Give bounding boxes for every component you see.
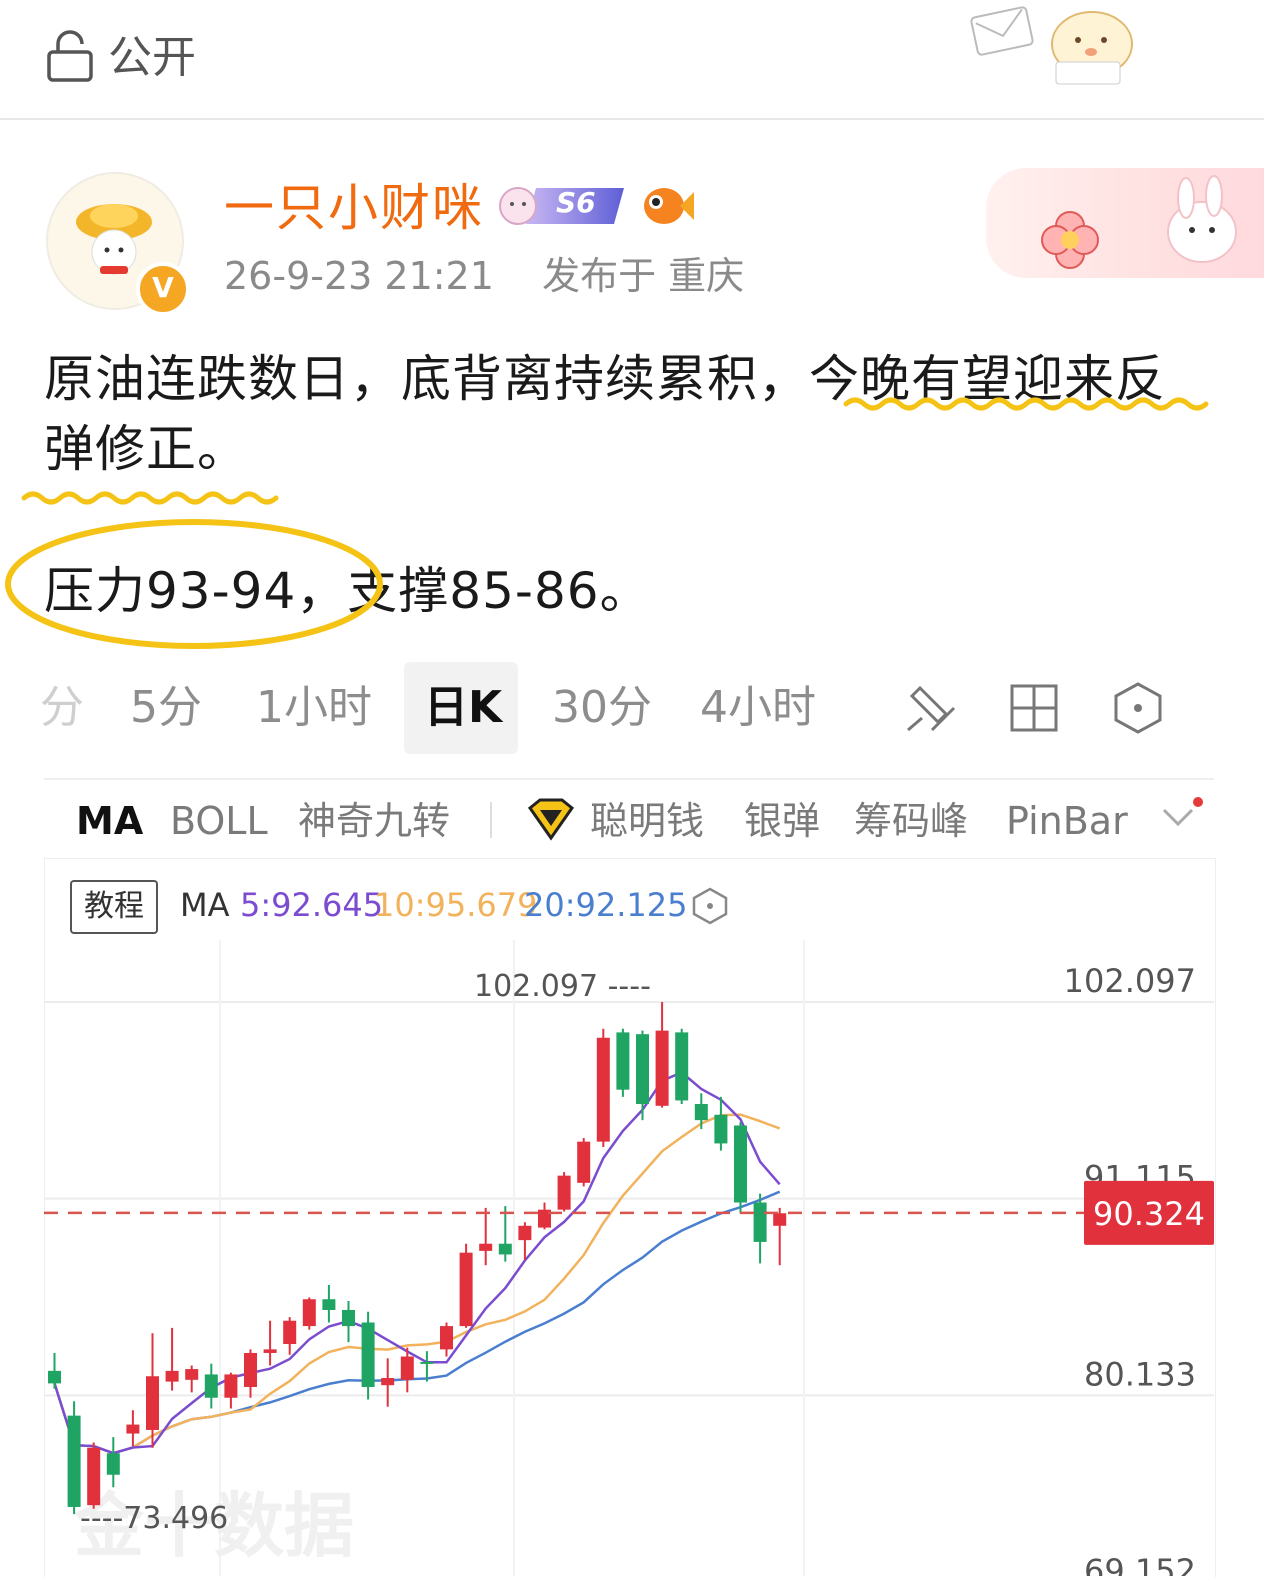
candle-body	[87, 1447, 101, 1506]
candle-body	[773, 1213, 787, 1226]
low-label: ----73.496	[80, 1501, 228, 1536]
candle-body	[67, 1415, 81, 1507]
tab-4h[interactable]: 4小时	[700, 678, 816, 738]
yellow-annotation	[5, 397, 1209, 649]
y-axis-labels: 102.09791.11580.13369.152	[1064, 962, 1196, 1576]
visibility-label[interactable]: 公开	[108, 30, 196, 86]
fish-icon	[644, 188, 694, 224]
indicator-nine-turn[interactable]: 神奇九转	[298, 796, 450, 846]
candle-body	[165, 1370, 179, 1382]
candle-body	[440, 1326, 453, 1350]
candle-body	[459, 1252, 473, 1327]
candle-body	[479, 1243, 493, 1251]
level-badge-text: S6	[556, 186, 596, 219]
ma-legend-label: MA	[180, 886, 230, 924]
tab-1m[interactable]: 分	[40, 678, 84, 738]
last-price-value: 90.324	[1093, 1195, 1205, 1233]
settings-hex-small-icon[interactable]	[690, 886, 730, 926]
settings-hex-icon[interactable]	[1110, 680, 1166, 736]
indicator-smart-money[interactable]: 聪明钱	[590, 796, 704, 846]
ma20-value: 20:92.125	[524, 886, 688, 924]
candle-body	[577, 1141, 591, 1183]
candle-body	[283, 1320, 297, 1345]
decoration-sticker-icon	[970, 6, 1133, 85]
ma10-value: 10:95.679	[374, 886, 538, 924]
candle-body	[714, 1114, 728, 1144]
candle-body	[361, 1322, 375, 1387]
verified-badge: V	[136, 262, 190, 316]
candle-body	[694, 1104, 708, 1121]
candle-body	[400, 1356, 414, 1380]
indicator-silver-bullet[interactable]: 银弹	[744, 796, 820, 846]
candle-body	[244, 1352, 257, 1387]
candle-body	[596, 1037, 610, 1142]
grid-layout-icon[interactable]	[1008, 682, 1060, 734]
tab-5m[interactable]: 5分	[130, 678, 202, 738]
post-meta: 26-9-23 21:21 发布于 重庆	[224, 250, 744, 302]
diamond-icon	[527, 798, 575, 841]
ma20-line	[53, 1190, 781, 1455]
candle-body	[636, 1034, 649, 1105]
candle-body	[381, 1378, 395, 1386]
tab-1h[interactable]: 1小时	[256, 678, 372, 738]
divider	[44, 778, 1214, 780]
y-axis-label: 69.152	[1084, 1552, 1196, 1576]
candle-body	[263, 1349, 277, 1353]
ma5-value: 5:92.645	[240, 886, 384, 924]
indicator-chip-peak[interactable]: 筹码峰	[854, 796, 968, 846]
candle-body	[734, 1125, 747, 1203]
candle-body	[498, 1243, 512, 1255]
candle-body	[322, 1299, 336, 1310]
candlestick-chart[interactable]: 金十数据 102.09791.11580.13369.152 90.324 10…	[44, 940, 1214, 1576]
candle-body	[106, 1453, 120, 1475]
y-axis-label: 80.133	[1084, 1355, 1196, 1393]
indicator-divider	[490, 802, 492, 838]
candle-body	[518, 1225, 532, 1241]
tutorial-button[interactable]: 教程	[70, 880, 158, 934]
candle-body	[146, 1376, 159, 1430]
candle-body	[342, 1309, 355, 1327]
candle-body	[616, 1032, 630, 1090]
candle-body	[302, 1299, 316, 1327]
candle-body	[753, 1202, 767, 1242]
candle-body	[224, 1374, 238, 1398]
tab-daily[interactable]: 日K	[424, 678, 502, 738]
indicator-boll[interactable]: BOLL	[170, 796, 268, 846]
indicator-ma[interactable]: MA	[76, 796, 143, 846]
candle-body	[48, 1370, 61, 1384]
candle-body	[420, 1361, 434, 1364]
candle-body	[675, 1032, 689, 1101]
decoration-card	[986, 168, 1264, 278]
lock-open-icon[interactable]	[46, 30, 94, 82]
high-label: 102.097 ----	[474, 969, 651, 1004]
candle-body	[126, 1424, 140, 1434]
post-time: 26-9-23 21:21	[224, 254, 494, 298]
candle-body	[185, 1369, 199, 1380]
ma10-line	[53, 1113, 781, 1455]
indicator-pinbar[interactable]: PinBar	[1006, 796, 1128, 846]
candle-body	[557, 1175, 571, 1210]
author-name[interactable]: 一只小财咪	[224, 176, 484, 240]
y-axis-label: 102.097	[1064, 962, 1196, 1000]
candle-body	[655, 1030, 669, 1106]
post-location: 发布于 重庆	[542, 254, 745, 298]
chevron-down-icon[interactable]	[1158, 794, 1208, 834]
draw-pen-icon[interactable]	[902, 678, 958, 738]
tab-30m[interactable]: 30分	[552, 678, 652, 738]
candle-body	[204, 1374, 218, 1398]
